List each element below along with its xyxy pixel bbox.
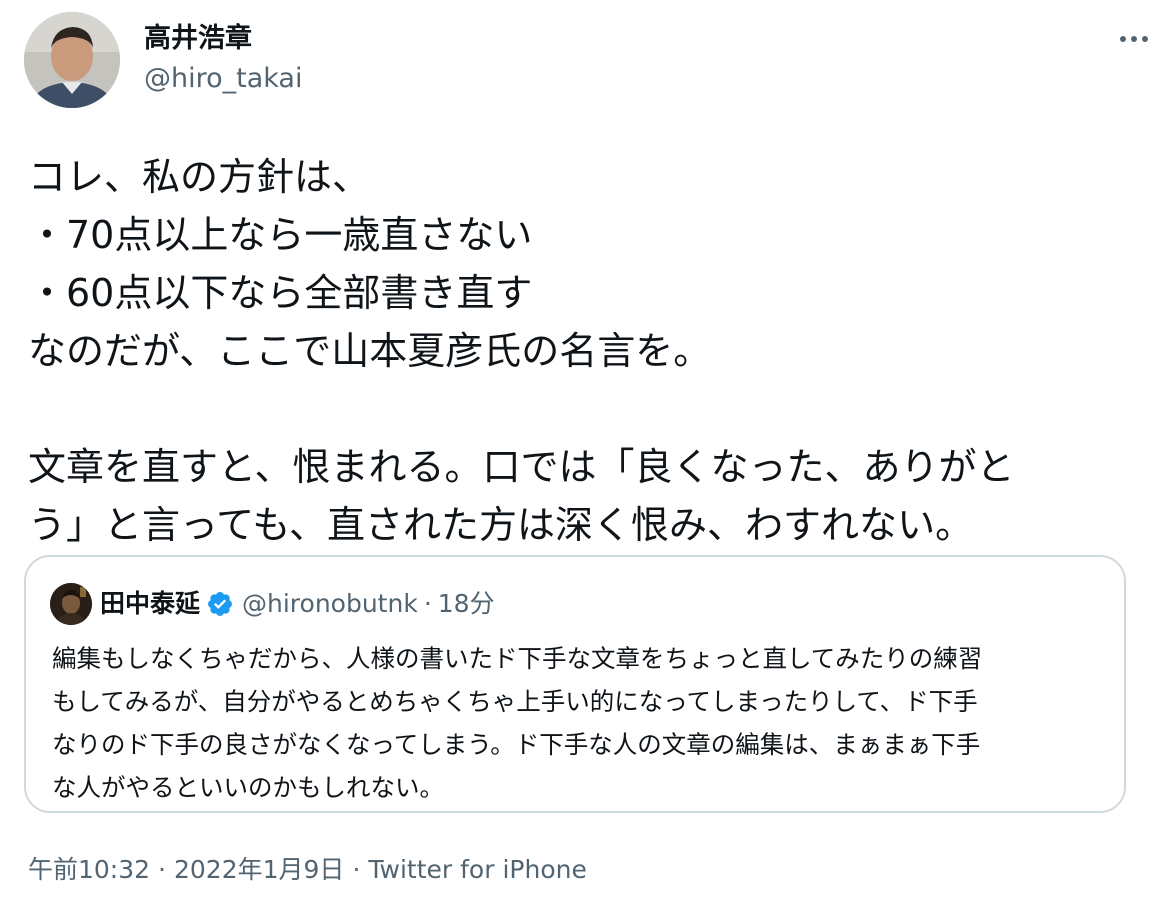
verified-badge-icon (206, 590, 234, 618)
tweet-text-line: コレ、私の方針は、 (28, 155, 371, 199)
author-handle[interactable]: @hiro_takai (144, 62, 302, 96)
more-horizontal-icon (1120, 36, 1148, 42)
quoted-text-line: 編集もしなくちゃだから、人様の書いたド下手な文章をちょっと直してみたりの練習 (52, 644, 983, 673)
tweet-text-line: ・60点以下なら全部書き直す (28, 271, 533, 315)
quoted-text-line: なりのド下手の良さがなくなってしまう。ド下手な人の文章の編集は、まぁまぁ下手 (52, 730, 981, 759)
tweet-text-line: 文章を直すと、恨まれる。口では「良くなった、ありがと (28, 445, 1015, 489)
tweet-metadata: 午前10:32 · 2022年1月9日 · Twitter for iPhone (28, 852, 587, 888)
tweet-text-line: う」と言っても、直された方は深く恨み、わすれない。 (28, 503, 974, 547)
author-avatar[interactable] (24, 12, 120, 108)
tweet-text: コレ、私の方針は、 ・70点以上なら一歳直さない ・60点以下なら全部書き直す … (28, 148, 1153, 554)
quoted-author-avatar[interactable] (50, 583, 92, 625)
tweet-text-line: なのだが、ここで山本夏彦氏の名言を。 (28, 329, 712, 373)
tweet-text-line: ・70点以上なら一歳直さない (28, 213, 533, 257)
quoted-text-line: もしてみるが、自分がやるとめちゃくちゃ上手い的になってしまったりして、ド下手 (52, 687, 978, 716)
quoted-tweet-time[interactable]: 18分 (438, 587, 495, 621)
tweet-time[interactable]: 午前10:32 (28, 855, 150, 884)
quoted-tweet-text: 編集もしなくちゃだから、人様の書いたド下手な文章をちょっと直してみたりの練習 も… (52, 637, 1112, 809)
meta-separator: · (158, 855, 166, 884)
quoted-text-line: な人がやるといいのかもしれない。 (52, 773, 444, 802)
quoted-author-avatar-image (50, 583, 92, 625)
quoted-header-separator: · (423, 589, 432, 618)
tweet-source-link[interactable]: Twitter for iPhone (368, 855, 586, 884)
quoted-tweet-header: 田中泰延 @hironobutnk · 18分 (100, 587, 495, 621)
author-avatar-image (24, 12, 120, 108)
meta-separator: · (352, 855, 361, 884)
author-name[interactable]: 高井浩章 (144, 22, 252, 56)
more-options-button[interactable] (1114, 24, 1154, 54)
tweet-date[interactable]: 2022年1月9日 (174, 855, 344, 884)
quoted-author-name[interactable]: 田中泰延 (100, 587, 200, 621)
quoted-author-handle[interactable]: @hironobutnk (242, 587, 418, 621)
quoted-tweet-card[interactable]: 田中泰延 @hironobutnk · 18分 編集もしなくちゃだから、人様の書… (24, 555, 1126, 813)
